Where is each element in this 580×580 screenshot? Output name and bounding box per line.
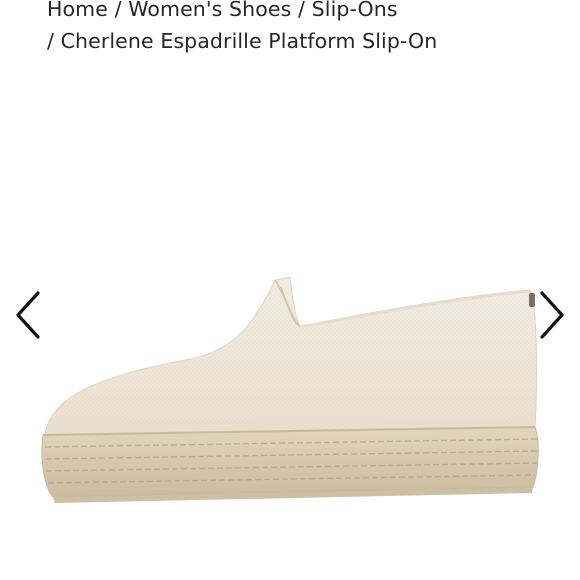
breadcrumb-slip-ons-link[interactable]: Slip-Ons xyxy=(312,0,398,21)
breadcrumb-line-1: Home / Women's Shoes / Slip-Ons xyxy=(47,0,567,25)
breadcrumb-line-2: / Cherlene Espadrille Platform Slip-On xyxy=(47,25,567,57)
next-image-button[interactable] xyxy=(532,285,572,345)
breadcrumb-womens-shoes-link[interactable]: Women's Shoes xyxy=(128,0,291,21)
chevron-left-icon xyxy=(16,291,40,339)
product-page: Home / Women's Shoes / Slip-Ons / Cherle… xyxy=(0,0,580,580)
breadcrumb-separator: / xyxy=(114,0,122,21)
product-image xyxy=(41,276,539,503)
breadcrumb: Home / Women's Shoes / Slip-Ons / Cherle… xyxy=(47,0,567,57)
breadcrumb-separator: / xyxy=(47,29,55,53)
breadcrumb-separator: / xyxy=(298,0,306,21)
chevron-right-icon xyxy=(540,291,564,339)
previous-image-button[interactable] xyxy=(8,285,48,345)
breadcrumb-home-link[interactable]: Home xyxy=(47,0,108,21)
breadcrumb-current-page: Cherlene Espadrille Platform Slip-On xyxy=(60,29,438,53)
